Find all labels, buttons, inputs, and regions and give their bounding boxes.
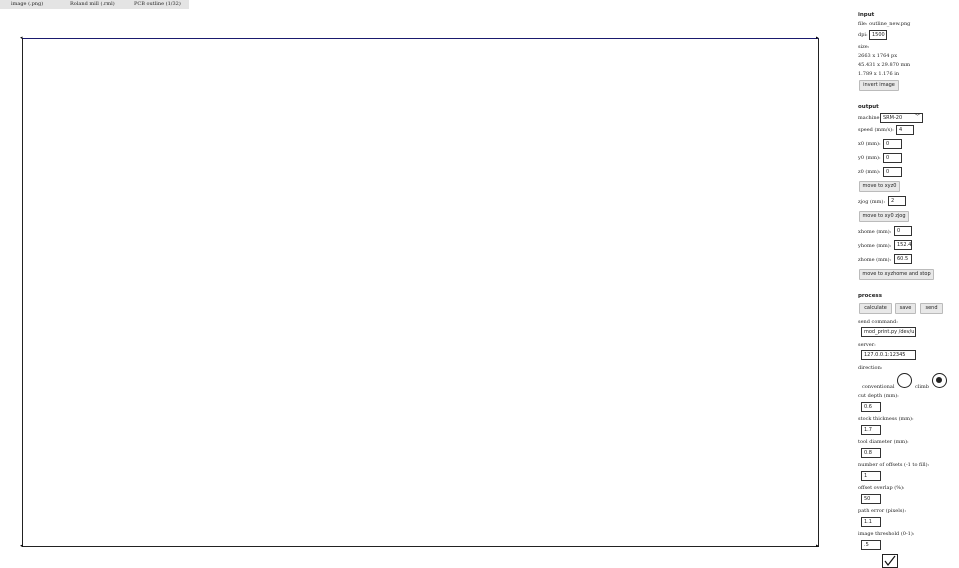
path-error-label: path error (pixels): [858, 508, 907, 514]
send-command-input[interactable]: mod_print.py /dev/u [861, 327, 916, 337]
y0-label: y0 (mm): [858, 155, 881, 161]
offset-overlap-label: offset overlap (%): [858, 485, 905, 491]
climb-radio[interactable] [932, 373, 947, 388]
image-threshold-input[interactable]: .5 [861, 540, 881, 550]
yhome-input[interactable]: 152.4 [894, 240, 912, 250]
file-label: file: outline_new.png [858, 21, 911, 27]
tab-machine[interactable]: Roland mill (.rml) [70, 0, 115, 8]
settings-panel: input file: outline_new.png dpi: 1500 si… [858, 0, 959, 568]
size-px: 2663 x 1764 px [858, 53, 898, 59]
stock-thickness-label: stock thickness (mm): [858, 416, 914, 422]
climb-label: climb [915, 384, 929, 390]
server-label: server: [858, 342, 876, 348]
move-to-home-button[interactable]: move to xyzhome and stop [859, 269, 934, 280]
offsets-input[interactable]: 1 [861, 471, 881, 481]
tab-process[interactable]: PCB outline (1/32) [134, 0, 181, 8]
z0-input[interactable]: 0 [883, 167, 902, 177]
speed-input[interactable]: 4 [896, 125, 914, 135]
zjog-input[interactable]: 2 [888, 196, 906, 206]
y0-input[interactable]: 0 [883, 153, 902, 163]
stock-thickness-input[interactable]: 1.7 [861, 425, 881, 435]
dpi-input[interactable]: 1500 [869, 30, 887, 40]
conventional-label: conventional [862, 384, 895, 390]
machine-select-value: SRM-20 [883, 115, 903, 121]
image-threshold-label: image threshold (0-1): [858, 531, 915, 537]
size-label: size: [858, 44, 870, 50]
corner-marker-tl: ◂ [20, 35, 23, 41]
size-mm: 45.431 x 29.870 mm [858, 62, 911, 68]
path-error-input[interactable]: 1.1 [861, 517, 881, 527]
server-input[interactable]: 127.0.0.1:12345 [861, 350, 916, 360]
toolpath-canvas[interactable]: ◂ ▸ ◂ ▸ [20, 35, 819, 549]
offset-overlap-input[interactable]: 50 [861, 494, 881, 504]
cut-depth-label: cut depth (mm): [858, 393, 899, 399]
machine-select[interactable]: SRM-20 ﹀ [880, 113, 923, 123]
xhome-label: xhome (mm): [858, 229, 892, 235]
corner-marker-tr: ▸ [816, 35, 819, 41]
output-heading: output [858, 104, 879, 110]
zhome-input[interactable]: 60.5 [894, 254, 912, 264]
module-tabs-bar: image (.png) Roland mill (.rml) PCB outl… [0, 0, 189, 9]
save-button[interactable]: save [895, 303, 916, 314]
direction-label: direction: [858, 365, 883, 371]
zjog-label: zjog (mm): [858, 199, 886, 205]
sort-checkbox[interactable] [882, 554, 898, 568]
conventional-radio[interactable] [897, 373, 912, 388]
move-to-xy0-zjog-button[interactable]: move to xy0 zjog [859, 211, 909, 222]
machine-label: machine [858, 115, 880, 121]
calculate-button[interactable]: calculate [859, 303, 892, 314]
tool-diameter-input[interactable]: 0.8 [861, 448, 881, 458]
invert-image-button[interactable]: invert image [859, 80, 899, 91]
process-heading: process [858, 293, 882, 299]
size-in: 1.789 x 1.176 in [858, 71, 900, 77]
dpi-label: dpi: [858, 32, 868, 38]
move-to-xyz0-button[interactable]: move to xyz0 [859, 181, 900, 192]
input-heading: input [858, 12, 875, 18]
corner-marker-bl: ◂ [20, 543, 23, 549]
zhome-label: zhome (mm): [858, 257, 892, 263]
cut-depth-input[interactable]: 0.6 [861, 402, 881, 412]
climb-radio-selected-dot [936, 377, 942, 383]
speed-label: speed (mm/s): [858, 127, 894, 133]
send-button[interactable]: send [920, 303, 943, 314]
send-command-label: send command: [858, 319, 898, 325]
checkmark-icon [884, 555, 896, 566]
z0-label: z0 (mm): [858, 169, 881, 175]
tab-image[interactable]: image (.png) [11, 0, 43, 8]
xhome-input[interactable]: 0 [894, 226, 912, 236]
chevron-down-icon: ﹀ [914, 113, 921, 121]
x0-label: x0 (mm): [858, 141, 881, 147]
x0-input[interactable]: 0 [883, 139, 902, 149]
yhome-label: yhome (mm): [858, 243, 892, 249]
tool-diameter-label: tool diameter (mm): [858, 439, 909, 445]
offsets-label: number of offsets (-1 to fill): [858, 462, 930, 468]
corner-marker-br: ▸ [816, 543, 819, 549]
